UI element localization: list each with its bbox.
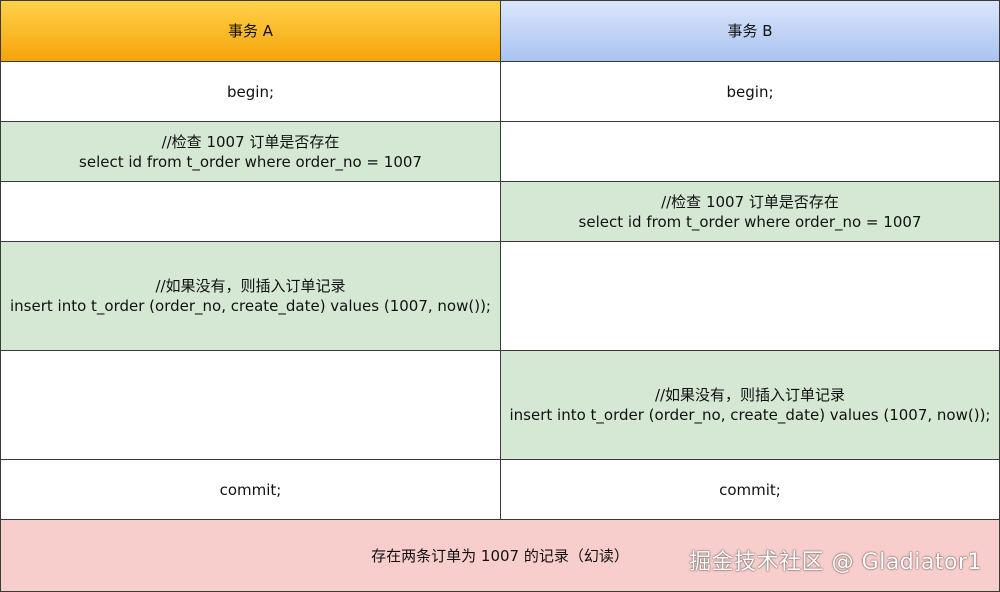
header-transaction-a: 事务 A [0, 0, 501, 62]
commit-b-text: commit; [719, 480, 781, 499]
insert-a-comment: //如果没有，则插入订单记录 [155, 277, 346, 295]
check-a-comment: //检查 1007 订单是否存在 [161, 132, 340, 151]
cell-a-insert: //如果没有，则插入订单记录 insert into t_order (orde… [0, 241, 501, 351]
cell-b-empty-2 [500, 241, 1000, 351]
cell-a-begin: begin; [0, 61, 501, 122]
cell-b-begin: begin; [500, 61, 1000, 122]
begin-b-text: begin; [726, 82, 774, 101]
header-a-label: 事务 A [227, 22, 274, 40]
cell-a-empty-1 [0, 181, 501, 242]
cell-b-commit: commit; [500, 459, 1000, 520]
transaction-table: 事务 A 事务 B begin; begin; //检查 1007 订单是否存在… [0, 0, 1000, 592]
cell-a-empty-2 [0, 350, 501, 460]
cell-a-commit: commit; [0, 459, 501, 520]
cell-b-insert: //如果没有，则插入订单记录 insert into t_order (orde… [500, 350, 1000, 460]
commit-a-text: commit; [219, 480, 282, 499]
watermark: 掘金技术社区 @ Gladiator1 [689, 550, 982, 575]
header-b-label: 事务 B [727, 22, 773, 40]
begin-a-text: begin; [227, 82, 274, 101]
header-transaction-b: 事务 B [500, 0, 1000, 62]
check-b-sql: select id from t_order where order_no = … [578, 212, 922, 231]
cell-b-check: //检查 1007 订单是否存在 select id from t_order … [500, 181, 1000, 242]
insert-a-sql: insert into t_order (order_no, create_da… [10, 297, 491, 315]
check-a-sql: select id from t_order where order_no = … [79, 152, 422, 171]
insert-b-sql: insert into t_order (order_no, create_da… [509, 406, 991, 424]
insert-b-comment: //如果没有，则插入订单记录 [654, 386, 846, 404]
result-text: 存在两条订单为 1007 的记录（幻读） [371, 546, 629, 565]
cell-a-check: //检查 1007 订单是否存在 select id from t_order … [0, 121, 501, 182]
check-b-comment: //检查 1007 订单是否存在 [661, 192, 839, 211]
cell-b-empty-1 [500, 121, 1000, 182]
